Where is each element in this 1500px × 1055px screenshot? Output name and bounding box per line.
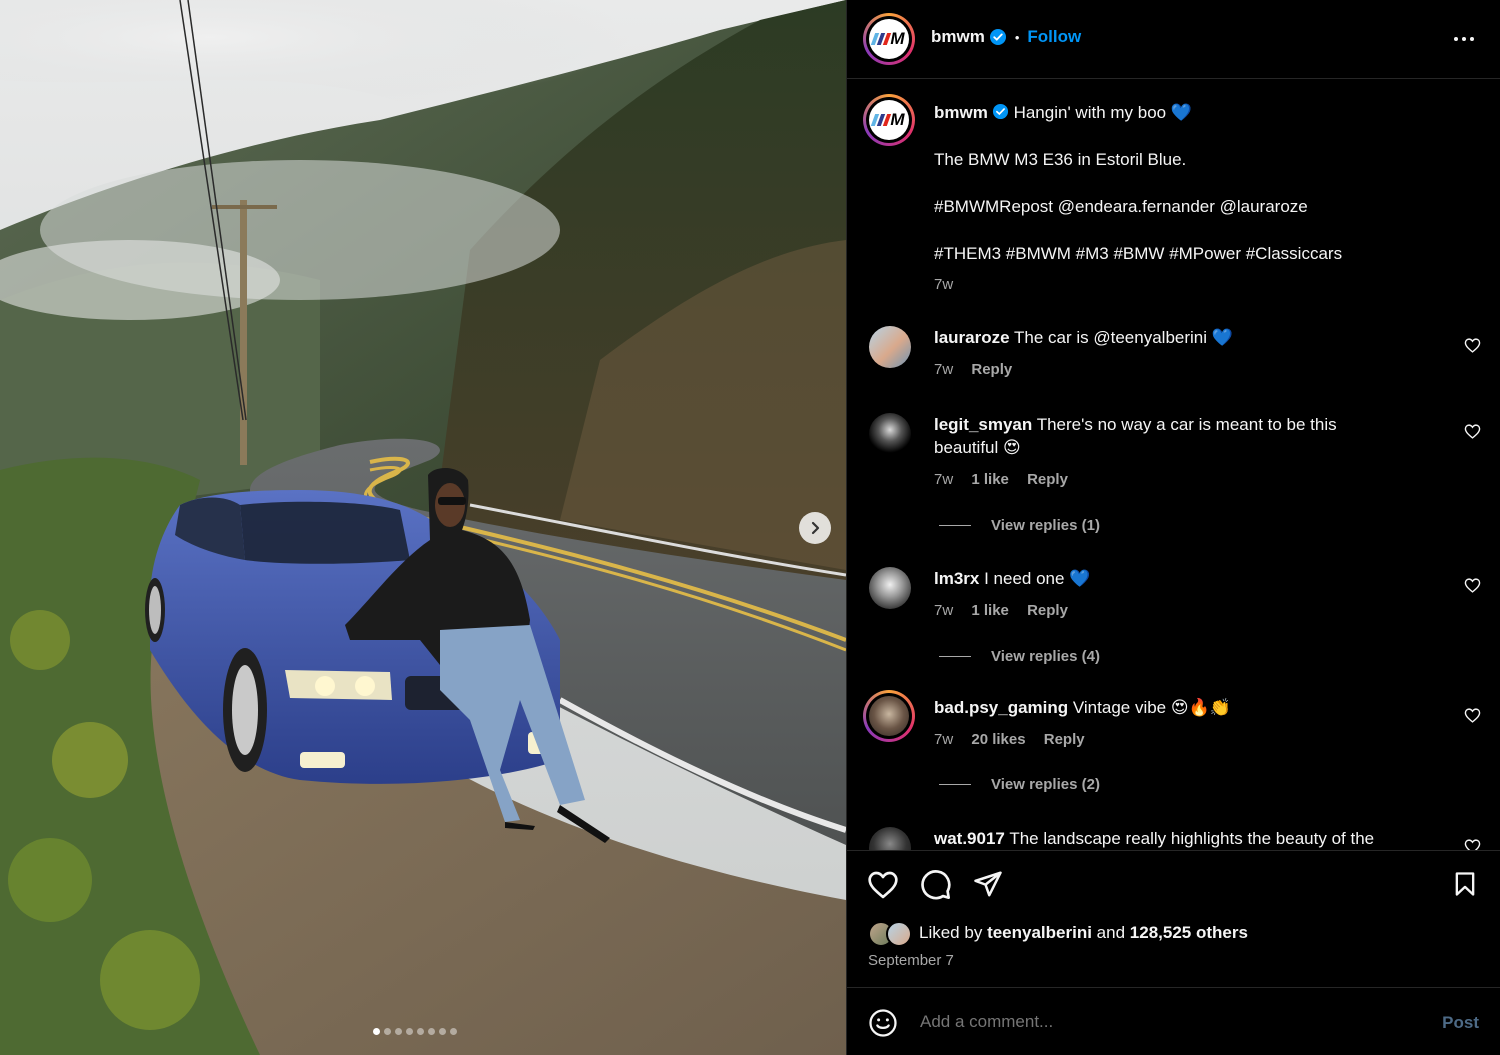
comment-body: I need one 💙 <box>984 569 1091 588</box>
bmw-m-logo: M <box>871 29 905 49</box>
carousel-dot <box>439 1028 446 1035</box>
bmw-m-logo: M <box>871 110 905 130</box>
comment-body: The landscape really highlights the beau… <box>1009 829 1375 848</box>
post-date[interactable]: September 7 <box>868 952 954 969</box>
view-replies-button[interactable]: View replies (4) <box>939 648 1100 665</box>
carousel-dot <box>373 1028 380 1035</box>
liker-avatar <box>886 921 912 947</box>
post-side-panel: M bmwm • Follow M bmwm Hangin' with my b… <box>846 0 1500 1055</box>
caption-username[interactable]: bmwm <box>934 103 988 122</box>
header-separator: • <box>1014 29 1020 45</box>
like-comment-icon[interactable] <box>1464 838 1481 850</box>
heart-icon[interactable] <box>867 869 899 901</box>
reply-button[interactable]: Reply <box>1027 471 1068 488</box>
carousel-indicator <box>373 1028 457 1035</box>
comment-age: 7w <box>934 361 954 378</box>
comment-body-continued: beautiful 😍 <box>934 438 1021 457</box>
view-replies-button[interactable]: View replies (2) <box>939 776 1100 793</box>
post-media[interactable] <box>0 0 846 1055</box>
comment-username[interactable]: lauraroze <box>934 328 1010 347</box>
comments-list[interactable]: M bmwm Hangin' with my boo 💙 The BMW M3 … <box>847 80 1500 850</box>
emoji-smile-icon[interactable] <box>868 1008 898 1038</box>
follow-button[interactable]: Follow <box>1027 27 1081 47</box>
comment-text: bad.psy_gaming Vintage vibe 😍🔥👏 <box>934 696 1434 719</box>
like-comment-icon[interactable] <box>1464 337 1481 354</box>
comment-meta: 7w 20 likes Reply <box>934 731 1099 748</box>
caption-text-2: The BMW M3 E36 in Estoril Blue. <box>934 150 1187 169</box>
commenter-avatar[interactable] <box>863 690 915 742</box>
liked-by-prefix: Liked by <box>919 923 983 942</box>
comment-body: The car is @teenyalberini 💙 <box>1014 328 1233 347</box>
reply-button[interactable]: Reply <box>1044 731 1085 748</box>
carousel-dot <box>417 1028 424 1035</box>
carousel-dot <box>450 1028 457 1035</box>
comment-age: 7w <box>934 731 954 748</box>
commenter-avatar[interactable] <box>869 567 911 609</box>
caption-text-3: #BMWMRepost @endeara.fernander @lauraroz… <box>934 197 1308 216</box>
comment-body: Vintage vibe 😍🔥👏 <box>1072 698 1231 717</box>
post-photo <box>0 0 846 1055</box>
comment-username[interactable]: bad.psy_gaming <box>934 698 1068 717</box>
more-options-icon[interactable] <box>1453 28 1475 50</box>
comment-username[interactable]: legit_smyan <box>934 415 1032 434</box>
commenter-avatar[interactable] <box>869 827 911 850</box>
comment-meta: 7w Reply <box>934 361 1026 378</box>
comment-text: lauraroze The car is @teenyalberini 💙 <box>934 326 1434 349</box>
post-header: M bmwm • Follow <box>847 0 1500 79</box>
chevron-right-icon <box>811 521 820 535</box>
author-avatar[interactable]: M <box>863 13 915 65</box>
carousel-dot <box>428 1028 435 1035</box>
commenter-avatar[interactable] <box>869 326 911 368</box>
comment-username[interactable]: lm3rx <box>934 569 979 588</box>
comment-input[interactable] <box>920 1012 1400 1032</box>
post-actions: Liked by teenyalberini and 128,525 other… <box>847 850 1500 987</box>
caption-line-1: bmwm Hangin' with my boo 💙 <box>934 101 1434 124</box>
verified-badge-icon <box>992 103 1008 120</box>
carousel-dot <box>384 1028 391 1035</box>
comment-body: There's no way a car is meant to be this <box>1036 415 1337 434</box>
caption-text-1: Hangin' with my boo 💙 <box>1013 103 1193 122</box>
commenter-avatar[interactable] <box>869 413 911 455</box>
comment-meta: 7w 1 like Reply <box>934 471 1082 488</box>
caption-author-avatar[interactable]: M <box>863 94 915 146</box>
likes-summary: Liked by teenyalberini and 128,525 other… <box>919 923 1248 943</box>
post-comment-button[interactable]: Post <box>1442 1013 1479 1033</box>
comment-text: wat.9017 The landscape really highlights… <box>934 827 1434 850</box>
carousel-dot <box>406 1028 413 1035</box>
caption-age: 7w <box>934 276 954 293</box>
liker-avatars[interactable] <box>868 921 916 947</box>
verified-badge-icon <box>989 29 1006 45</box>
comment-like-count[interactable]: 20 likes <box>971 731 1025 748</box>
like-comment-icon[interactable] <box>1464 577 1481 594</box>
bookmark-icon[interactable] <box>1451 869 1479 899</box>
comment-meta: 7w 1 like Reply <box>934 602 1082 619</box>
comment-like-count[interactable]: 1 like <box>971 471 1009 488</box>
likes-others-count[interactable]: 128,525 others <box>1130 923 1248 942</box>
carousel-next-button[interactable] <box>799 512 831 544</box>
reply-button[interactable]: Reply <box>971 361 1012 378</box>
comment-like-count[interactable]: 1 like <box>971 602 1009 619</box>
like-comment-icon[interactable] <box>1464 707 1481 724</box>
comment-text: lm3rx I need one 💙 <box>934 567 1434 590</box>
carousel-dot <box>395 1028 402 1035</box>
like-comment-icon[interactable] <box>1464 423 1481 440</box>
comment-username[interactable]: wat.9017 <box>934 829 1005 848</box>
caption-text-4: #THEM3 #BMWM #M3 #BMW #MPower #Classicca… <box>934 244 1343 263</box>
view-replies-button[interactable]: View replies (1) <box>939 517 1100 534</box>
liked-by-user[interactable]: teenyalberini <box>987 923 1092 942</box>
liked-by-and: and <box>1096 923 1126 942</box>
comment-text: legit_smyan There's no way a car is mean… <box>934 413 1434 436</box>
paper-plane-icon[interactable] <box>973 869 1003 899</box>
author-username[interactable]: bmwm <box>931 27 985 47</box>
comment-composer: Post <box>847 987 1500 1055</box>
reply-button[interactable]: Reply <box>1027 602 1068 619</box>
comment-age: 7w <box>934 471 954 488</box>
comment-bubble-icon[interactable] <box>920 869 952 901</box>
comment-age: 7w <box>934 602 954 619</box>
